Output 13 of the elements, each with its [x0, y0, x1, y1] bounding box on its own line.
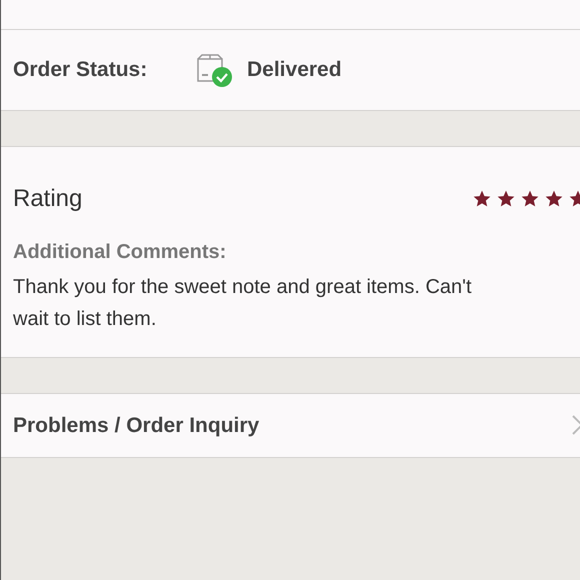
order-status-value: Delivered [247, 57, 342, 84]
order-inquiry-row[interactable]: Problems / Order Inquiry [1, 393, 580, 458]
order-status-label: Order Status: [13, 57, 148, 84]
comments-text: Thank you for the sweet note and great items. Can't wait to list them. [13, 275, 473, 332]
order-inquiry-label: Problems / Order Inquiry [13, 412, 260, 439]
star-icon [496, 189, 516, 209]
rating-title: Rating [13, 184, 82, 214]
delivered-box-icon [195, 53, 235, 87]
star-icon [544, 189, 564, 209]
chevron-right-icon [572, 415, 580, 435]
star-icon [472, 189, 492, 209]
comments-label: Additional Comments: [13, 240, 228, 265]
star-icon [520, 189, 540, 209]
